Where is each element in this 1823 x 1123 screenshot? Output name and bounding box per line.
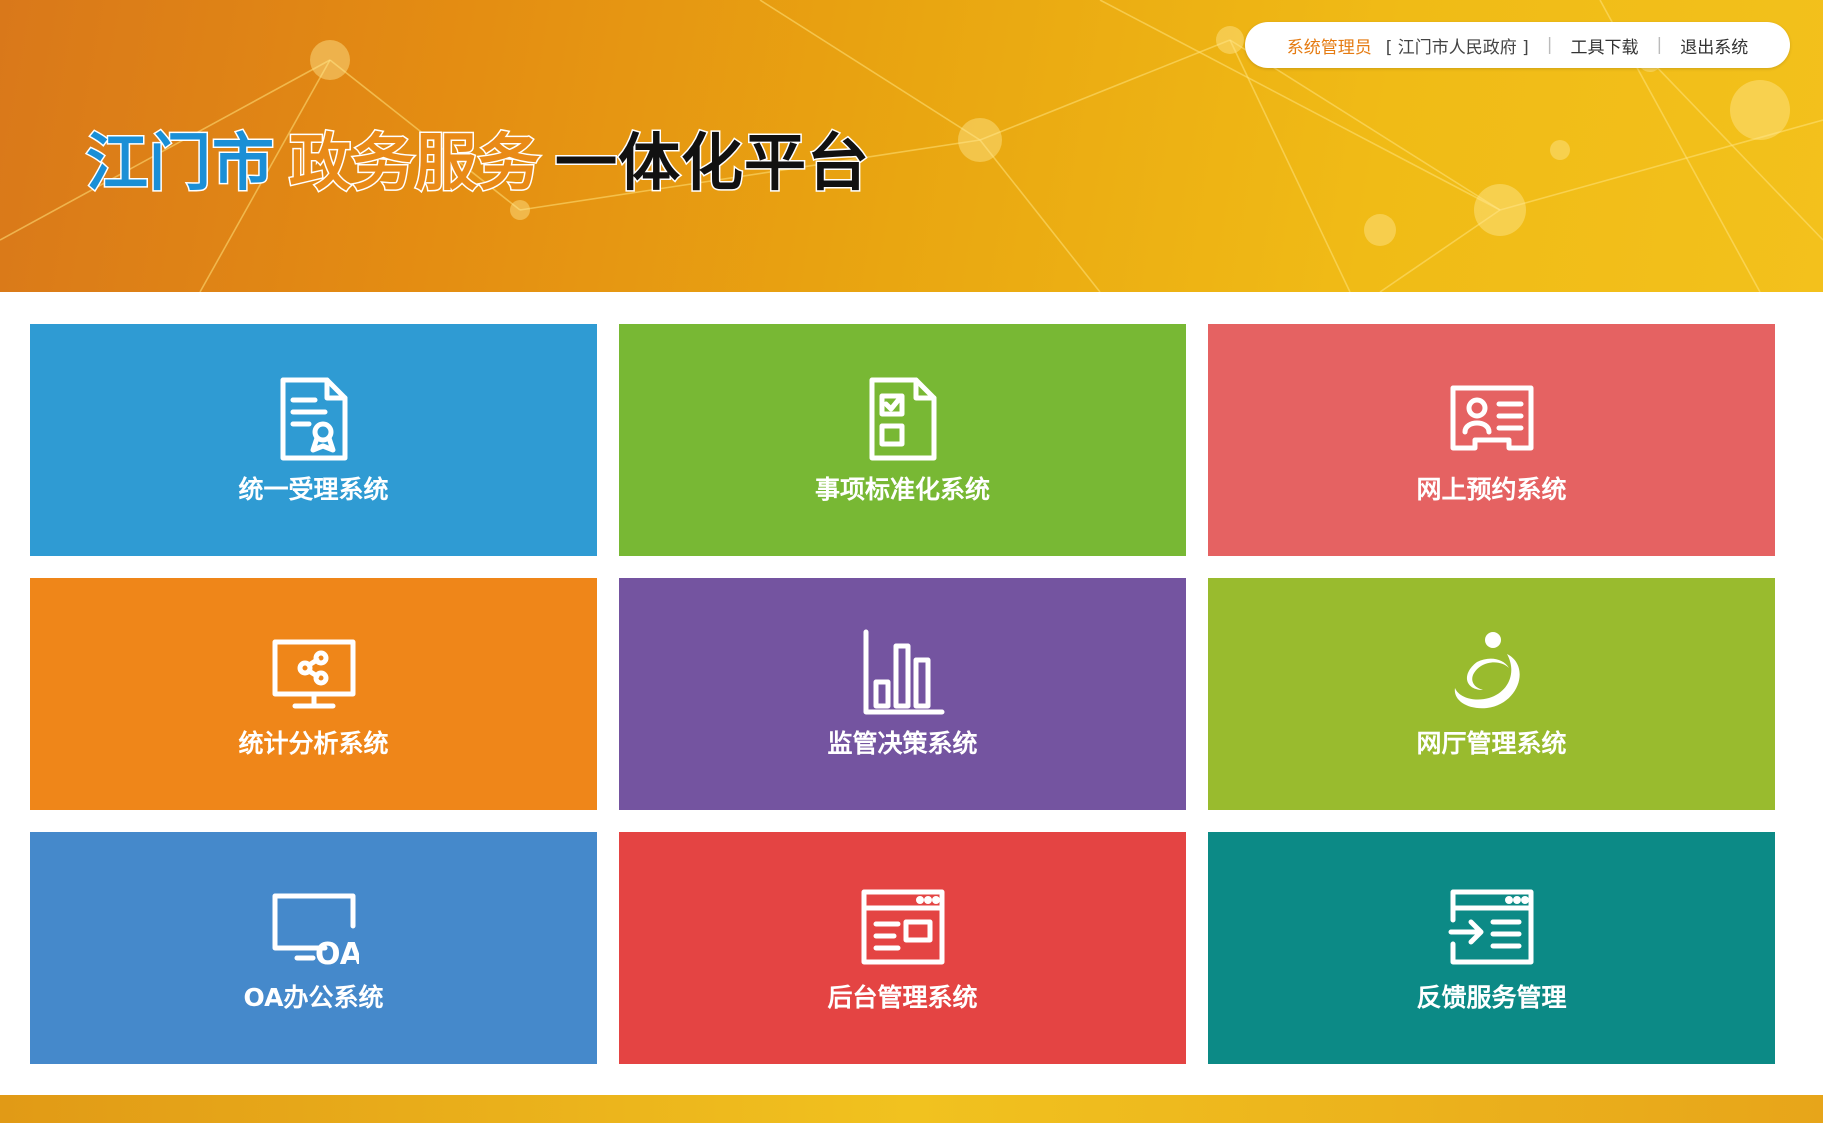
tile-statistics-analysis[interactable]: 统计分析系统 bbox=[30, 578, 597, 810]
tile-label: 反馈服务管理 bbox=[1416, 983, 1567, 1012]
tile-unified-acceptance[interactable]: 统一受理系统 bbox=[30, 324, 597, 556]
title-city: 江门市 bbox=[84, 125, 276, 201]
tile-supervision-decision[interactable]: 监管决策系统 bbox=[619, 578, 1186, 810]
monitor-share-icon bbox=[269, 628, 359, 718]
tile-label: 监管决策系统 bbox=[827, 729, 978, 758]
tile-label: 事项标准化系统 bbox=[814, 475, 990, 504]
web-hall-logo-icon bbox=[1447, 628, 1537, 718]
tile-backend-management[interactable]: 后台管理系统 bbox=[619, 832, 1186, 1064]
id-card-icon bbox=[1447, 374, 1537, 464]
tile-label: 网厅管理系统 bbox=[1416, 729, 1567, 758]
feedback-window-icon bbox=[1447, 882, 1537, 972]
title-platform: 一体化平台 bbox=[554, 125, 871, 201]
toolbar-divider: | bbox=[1546, 35, 1553, 55]
svg-text:OA: OA bbox=[315, 937, 359, 972]
system-tile-grid: 统一受理系统 事项标准化系统 网上预约系统 统计分析系统 监管决策系统 网厅管理… bbox=[30, 324, 1775, 1065]
toolbar-divider: | bbox=[1656, 35, 1663, 55]
tile-online-appointment[interactable]: 网上预约系统 bbox=[1208, 324, 1775, 556]
oa-monitor-icon: OA bbox=[269, 882, 359, 972]
tile-label: 统一受理系统 bbox=[238, 475, 389, 504]
user-role: 系统管理员 bbox=[1286, 37, 1372, 58]
tools-download-link[interactable]: 工具下载 bbox=[1571, 33, 1639, 58]
tile-label: 统计分析系统 bbox=[238, 729, 389, 758]
tile-web-hall-management[interactable]: 网厅管理系统 bbox=[1208, 578, 1775, 810]
logout-link[interactable]: 退出系统 bbox=[1680, 33, 1748, 58]
title-service: 政务服务 bbox=[288, 125, 542, 201]
bar-chart-icon bbox=[858, 628, 948, 718]
header-banner: 系统管理员 [ 江门市人民政府 ] | 工具下载 | 退出系统 江门市 政务服务一… bbox=[0, 0, 1823, 292]
tile-label: OA办公系统 bbox=[243, 983, 384, 1012]
user-toolbar: 系统管理员 [ 江门市人民政府 ] | 工具下载 | 退出系统 bbox=[1245, 22, 1790, 68]
user-organization: [ 江门市人民政府 ] bbox=[1385, 37, 1529, 58]
certificate-document-icon bbox=[269, 374, 359, 464]
tile-label: 后台管理系统 bbox=[827, 983, 978, 1012]
tile-label: 网上预约系统 bbox=[1416, 475, 1567, 504]
tile-oa-office[interactable]: OA OA办公系统 bbox=[30, 832, 597, 1064]
footer-strip bbox=[0, 1095, 1823, 1123]
page-title: 江门市 政务服务 一体化平台 bbox=[84, 112, 870, 201]
checklist-document-icon bbox=[858, 374, 948, 464]
tile-item-standardization[interactable]: 事项标准化系统 bbox=[619, 324, 1186, 556]
browser-window-icon bbox=[858, 882, 948, 972]
tile-feedback-service[interactable]: 反馈服务管理 bbox=[1208, 832, 1775, 1064]
